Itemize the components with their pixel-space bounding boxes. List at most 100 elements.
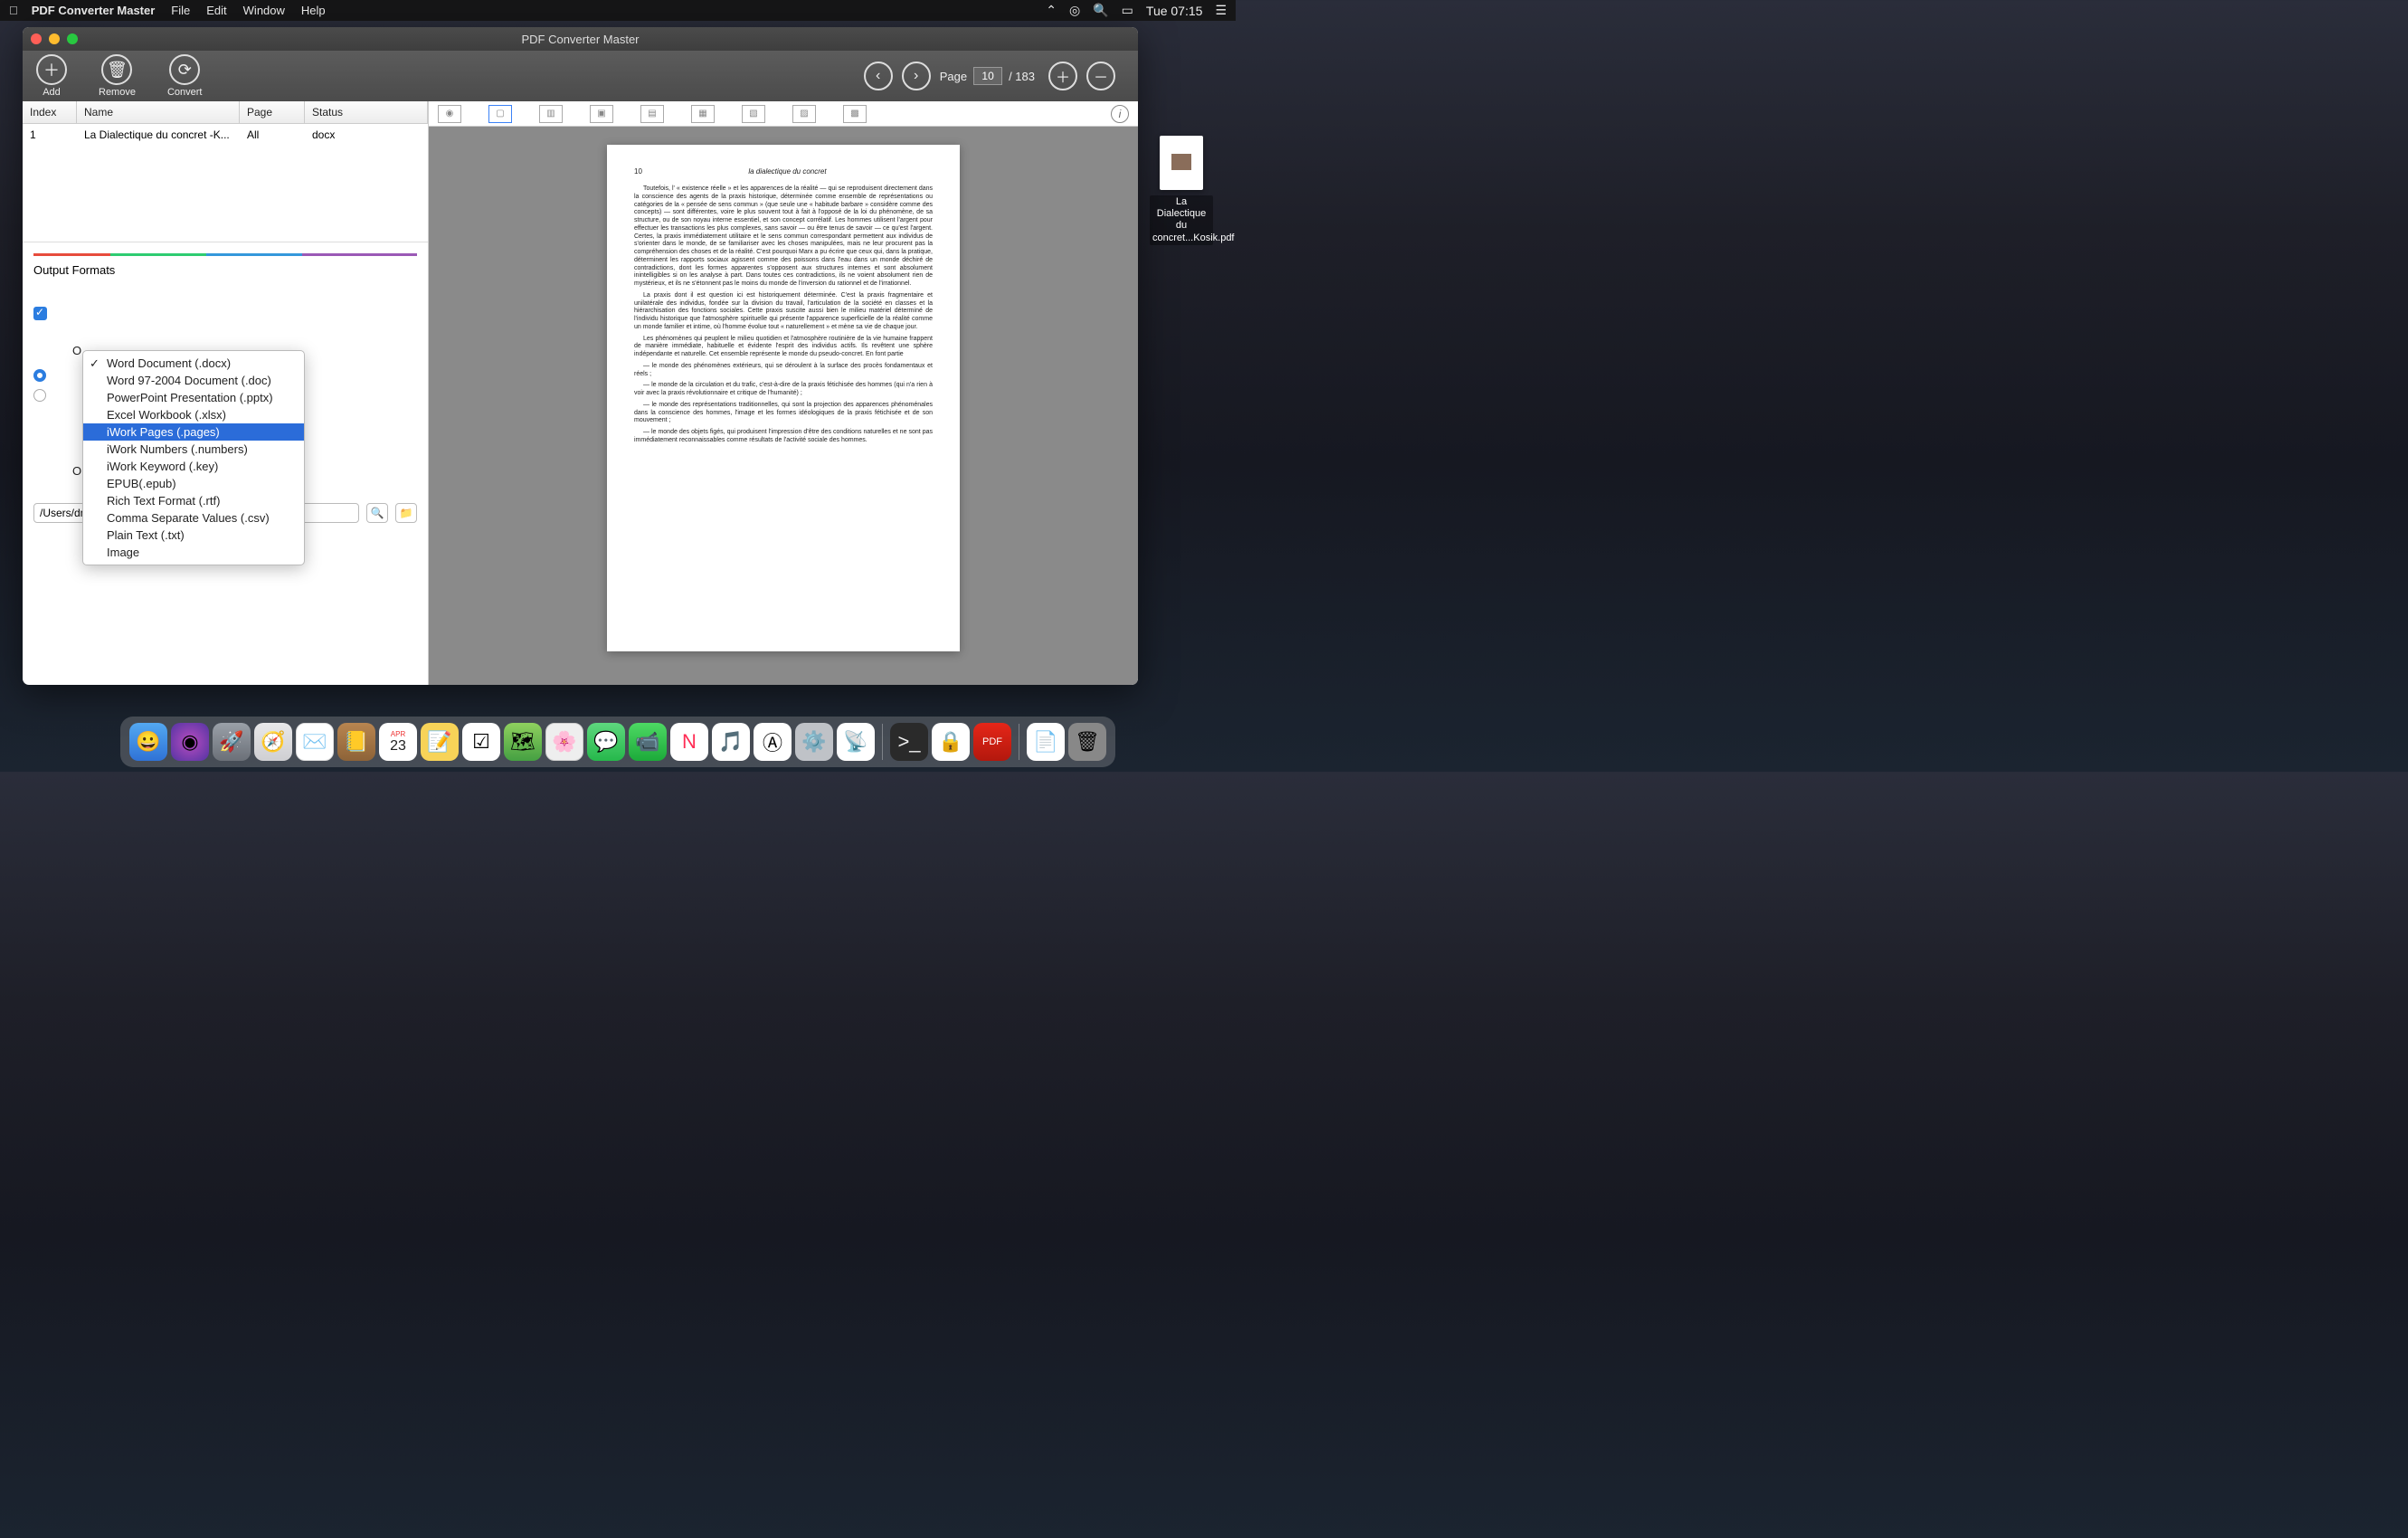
menu-edit[interactable]: Edit: [206, 4, 226, 17]
trash-icon[interactable]: 🗑: [1068, 723, 1106, 761]
radio-option[interactable]: [33, 369, 46, 382]
dock: 😀 ◉ 🚀 🧭 ✉️ 📒 APR23 📝 ☑︎ 🗺 🌸 💬 📹 N 🎵 Ⓐ ⚙️…: [120, 717, 1115, 767]
remove-button[interactable]: 🗑 Remove: [99, 54, 136, 98]
preview-pane: ◉ ▢ ▥ ▣ ▤ ▦ ▧ ▨ ▩ i 10 la dialectique du…: [429, 101, 1138, 685]
display-icon[interactable]: ▭: [1122, 3, 1133, 18]
menubar:  PDF Converter Master File Edit Window …: [0, 0, 1236, 21]
col-index[interactable]: Index: [23, 101, 77, 123]
apple-menu-icon[interactable]: : [9, 4, 18, 17]
plus-icon: ＋: [36, 54, 67, 85]
finder-icon[interactable]: 😀: [129, 723, 167, 761]
launchpad-icon[interactable]: 🚀: [213, 723, 251, 761]
list-header: Index Name Page Status: [23, 101, 428, 124]
appstore-icon[interactable]: Ⓐ: [754, 723, 792, 761]
output-format-dropdown[interactable]: ✓Word Document (.docx) Word 97-2004 Docu…: [82, 350, 305, 565]
status-icon[interactable]: ◎: [1069, 3, 1080, 18]
view-mode-icon[interactable]: ▧: [742, 105, 765, 123]
safari-icon[interactable]: 🧭: [254, 723, 292, 761]
dropdown-item[interactable]: iWork Numbers (.numbers): [83, 441, 304, 458]
pdf-file-icon: [1160, 136, 1203, 190]
dropdown-item[interactable]: Word 97-2004 Document (.doc): [83, 372, 304, 389]
view-mode-icon[interactable]: ▥: [539, 105, 563, 123]
facetime-icon[interactable]: 📹: [629, 723, 667, 761]
view-mode-icon[interactable]: ▦: [691, 105, 715, 123]
dropdown-item-selected[interactable]: iWork Pages (.pages): [83, 423, 304, 441]
add-button[interactable]: ＋ Add: [36, 54, 67, 98]
desktop-file-label: La Dialectique du concret...Kosik.pdf: [1150, 195, 1213, 245]
photos-icon[interactable]: 🌸: [545, 723, 583, 761]
menubar-clock[interactable]: Tue 07:15: [1146, 4, 1203, 18]
color-stripe: [33, 253, 417, 256]
app-name[interactable]: PDF Converter Master: [32, 4, 156, 17]
radio-option[interactable]: [33, 389, 46, 402]
zoom-window-button[interactable]: [67, 33, 78, 44]
pdf-canvas[interactable]: 10 la dialectique du concret Toutefois, …: [429, 127, 1138, 685]
spotlight-icon[interactable]: 🔍: [1093, 3, 1108, 18]
menu-file[interactable]: File: [171, 4, 190, 17]
table-row[interactable]: 1 La Dialectique du concret -K... All do…: [23, 124, 428, 146]
next-page-button[interactable]: ›: [902, 62, 931, 90]
convert-button[interactable]: ⟳ Convert: [167, 54, 203, 98]
dropdown-item[interactable]: Plain Text (.txt): [83, 527, 304, 544]
dropdown-item[interactable]: PowerPoint Presentation (.pptx): [83, 389, 304, 406]
app-window: PDF Converter Master ＋ Add 🗑 Remove ⟳ Co…: [23, 27, 1138, 685]
desktop-file-icon[interactable]: La Dialectique du concret...Kosik.pdf: [1150, 136, 1213, 245]
notes-icon[interactable]: 📝: [421, 723, 459, 761]
pdf-converter-icon[interactable]: PDF: [973, 723, 1011, 761]
reveal-folder-button[interactable]: 🔍: [366, 503, 388, 523]
view-mode-icon[interactable]: ▩: [843, 105, 867, 123]
menu-window[interactable]: Window: [243, 4, 285, 17]
col-page[interactable]: Page: [240, 101, 305, 123]
calendar-icon[interactable]: APR23: [379, 723, 417, 761]
page-indicator: Page / 183: [940, 67, 1035, 85]
menu-help[interactable]: Help: [301, 4, 326, 17]
dropdown-item[interactable]: Image: [83, 544, 304, 561]
view-mode-icon[interactable]: ▤: [640, 105, 664, 123]
output-formats-label: Output Formats: [33, 263, 417, 277]
trash-icon: 🗑: [101, 54, 132, 85]
view-mode-icon[interactable]: ▢: [488, 105, 512, 123]
status-icon[interactable]: ⌃: [1046, 3, 1057, 18]
view-mode-icon[interactable]: ▣: [590, 105, 613, 123]
col-status[interactable]: Status: [305, 101, 428, 123]
refresh-icon: ⟳: [169, 54, 200, 85]
notification-center-icon[interactable]: ☰: [1215, 3, 1227, 18]
reminders-icon[interactable]: ☑︎: [462, 723, 500, 761]
preview-toolbar: ◉ ▢ ▥ ▣ ▤ ▦ ▧ ▨ ▩ i: [429, 101, 1138, 127]
checkbox-option[interactable]: [33, 307, 47, 320]
zoom-in-button[interactable]: ＋: [1048, 62, 1077, 90]
dropdown-item[interactable]: ✓Word Document (.docx): [83, 355, 304, 372]
choose-folder-button[interactable]: 📁: [395, 503, 417, 523]
minimize-window-button[interactable]: [49, 33, 60, 44]
siri-icon[interactable]: ◉: [171, 723, 209, 761]
page-number-input[interactable]: [973, 67, 1002, 85]
pdf-page: 10 la dialectique du concret Toutefois, …: [607, 145, 960, 651]
findmy-icon[interactable]: 📡: [837, 723, 875, 761]
zoom-out-button[interactable]: －: [1086, 62, 1115, 90]
option-row: O: [72, 464, 81, 478]
contacts-icon[interactable]: 📒: [337, 723, 375, 761]
close-window-button[interactable]: [31, 33, 42, 44]
terminal-icon[interactable]: >_: [890, 723, 928, 761]
dropdown-item[interactable]: iWork Keyword (.key): [83, 458, 304, 475]
dropdown-item[interactable]: Rich Text Format (.rtf): [83, 492, 304, 509]
preferences-icon[interactable]: ⚙️: [795, 723, 833, 761]
prev-page-button[interactable]: ‹: [864, 62, 893, 90]
document-icon[interactable]: 📄: [1027, 723, 1065, 761]
window-titlebar: PDF Converter Master: [23, 27, 1138, 51]
mail-icon[interactable]: ✉️: [296, 723, 334, 761]
col-name[interactable]: Name: [77, 101, 240, 123]
view-mode-icon[interactable]: ◉: [438, 105, 461, 123]
dropdown-item[interactable]: Excel Workbook (.xlsx): [83, 406, 304, 423]
toolbar: ＋ Add 🗑 Remove ⟳ Convert ‹ › Page / 183 …: [23, 51, 1138, 101]
dropdown-item[interactable]: Comma Separate Values (.csv): [83, 509, 304, 527]
maps-icon[interactable]: 🗺: [504, 723, 542, 761]
news-icon[interactable]: N: [670, 723, 708, 761]
itunes-icon[interactable]: 🎵: [712, 723, 750, 761]
1password-icon[interactable]: 🔒: [932, 723, 970, 761]
view-mode-icon[interactable]: ▨: [792, 105, 816, 123]
info-button[interactable]: i: [1111, 105, 1129, 123]
dropdown-item[interactable]: EPUB(.epub): [83, 475, 304, 492]
messages-icon[interactable]: 💬: [587, 723, 625, 761]
window-title: PDF Converter Master: [521, 33, 639, 46]
